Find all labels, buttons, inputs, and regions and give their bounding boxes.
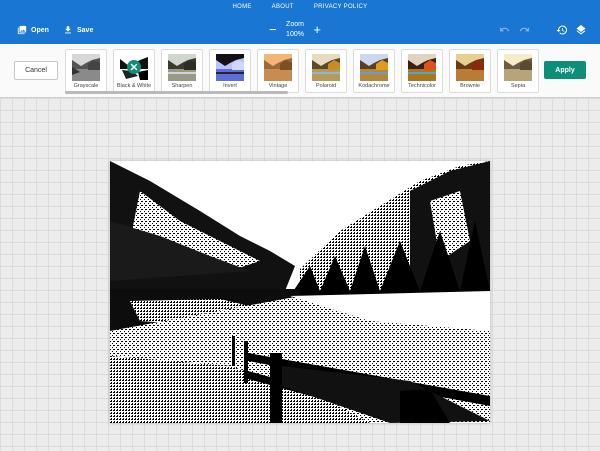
filter-label: Polaroid xyxy=(315,83,337,89)
filter-technicolor[interactable]: Technicolor xyxy=(401,49,443,93)
history-icon[interactable] xyxy=(556,24,568,36)
filter-thumbnail xyxy=(408,54,436,81)
filter-grayscale[interactable]: Grayscale xyxy=(65,49,107,93)
nav-about[interactable]: ABOUT xyxy=(272,4,294,10)
cancel-button[interactable]: Cancel xyxy=(14,61,58,80)
undo-icon[interactable] xyxy=(499,24,510,35)
apply-button[interactable]: Apply xyxy=(544,61,586,79)
filter-label: Sepia xyxy=(510,83,526,89)
filter-label: Kodachrome xyxy=(358,83,390,89)
filter-thumbnail xyxy=(504,54,532,81)
filter-bar: Cancel Grayscale Black & White Sharpen I… xyxy=(0,44,600,98)
filter-thumbnail xyxy=(360,54,388,81)
filter-label: Sharpen xyxy=(171,83,193,89)
zoom-control: − Zoom 100% + xyxy=(266,20,324,40)
filter-label: Invert xyxy=(223,83,237,89)
filter-label: Vintage xyxy=(268,83,288,89)
filter-sepia[interactable]: Sepia xyxy=(497,49,539,93)
app-header: HOME ABOUT PRIVACY POLICY Open Save − Zo… xyxy=(0,0,600,44)
filter-polaroid[interactable]: Polaroid xyxy=(305,49,347,93)
filter-invert[interactable]: Invert xyxy=(209,49,251,93)
zoom-in-button[interactable]: + xyxy=(313,23,321,36)
nav-home[interactable]: HOME xyxy=(233,4,252,10)
filter-black-and-white[interactable]: Black & White xyxy=(113,49,155,93)
filter-label: Brownie xyxy=(460,83,480,89)
filter-thumbnail xyxy=(264,54,292,81)
close-icon xyxy=(130,63,138,71)
filter-thumbnail xyxy=(72,54,100,81)
image-gallery-icon xyxy=(17,25,27,35)
filter-label: Grayscale xyxy=(73,83,99,89)
image-canvas[interactable] xyxy=(110,161,490,423)
open-label: Open xyxy=(31,26,49,34)
save-label: Save xyxy=(77,26,94,34)
filter-thumbnail xyxy=(312,54,340,81)
filter-label: Technicolor xyxy=(408,83,436,89)
open-button[interactable]: Open xyxy=(17,22,49,38)
filter-label: Black & White xyxy=(116,83,152,89)
edited-image xyxy=(110,161,490,423)
filter-thumbnail xyxy=(216,54,244,81)
save-button[interactable]: Save xyxy=(63,22,93,38)
top-nav: HOME ABOUT PRIVACY POLICY xyxy=(0,4,600,10)
filter-brownie[interactable]: Brownie xyxy=(449,49,491,93)
filter-sharpen[interactable]: Sharpen xyxy=(161,49,203,93)
nav-privacy-policy[interactable]: PRIVACY POLICY xyxy=(314,4,368,10)
filter-kodachrome[interactable]: Kodachrome xyxy=(353,49,395,93)
filter-thumbnail xyxy=(168,54,196,81)
remove-filter-button[interactable] xyxy=(127,60,141,74)
canvas-area xyxy=(0,98,600,451)
download-icon xyxy=(65,26,71,34)
filter-thumbnail xyxy=(456,54,484,81)
scrollbar-thumb[interactable] xyxy=(65,91,288,94)
filter-scrollbar[interactable] xyxy=(65,91,545,94)
filter-vintage[interactable]: Vintage xyxy=(257,49,299,93)
layers-icon[interactable] xyxy=(575,24,587,36)
redo-icon[interactable] xyxy=(519,24,530,35)
